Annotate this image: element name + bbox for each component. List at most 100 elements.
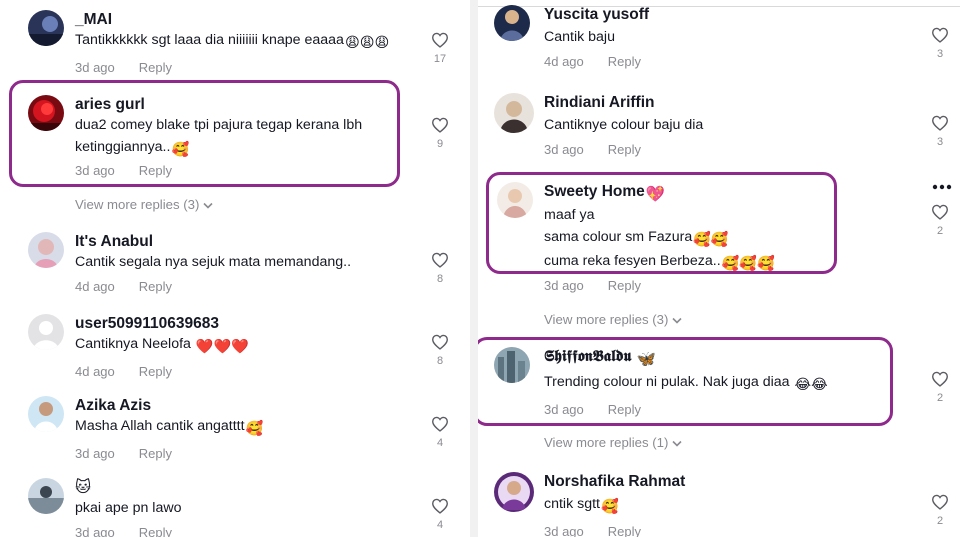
- comment-username[interactable]: aries gurl: [75, 95, 410, 115]
- reply-button[interactable]: Reply: [139, 446, 172, 461]
- heart-icon[interactable]: [931, 115, 949, 131]
- heart-icon[interactable]: [431, 334, 449, 350]
- comment-username-text[interactable]: Sweety Home: [544, 183, 645, 200]
- reply-button[interactable]: Reply: [608, 142, 641, 157]
- comment-text: cntik sgtt🥰: [544, 494, 900, 519]
- comment-meta: 4d ago Reply: [75, 362, 410, 382]
- comments-panel-left: _MAI Tantikkkkkk sgt laaa dia niiiiiii k…: [0, 0, 470, 537]
- comment-meta: 3d ago Reply: [544, 140, 900, 160]
- comment-username[interactable]: Yuscita yusoff: [544, 5, 900, 25]
- panel-divider: [470, 0, 478, 537]
- avatar[interactable]: [494, 472, 534, 512]
- reply-button[interactable]: Reply: [608, 54, 641, 69]
- like-area: 9: [428, 117, 452, 150]
- emoji: 🥰: [171, 141, 190, 158]
- comment-username-text[interactable]: 𝕾𝖍𝖎𝖋𝖋𝖔𝖓𝕭𝖆𝖑𝖉𝖚: [544, 348, 631, 365]
- comment-meta: 3d ago Reply: [544, 522, 900, 537]
- comment-date: 3d ago: [75, 59, 115, 75]
- comment-meta: 3d ago Reply: [75, 523, 410, 537]
- chevron-down-icon: [672, 317, 682, 324]
- like-area: 2: [928, 371, 952, 404]
- reply-button[interactable]: Reply: [139, 60, 172, 75]
- heart-icon[interactable]: [931, 371, 949, 387]
- comment-meta: 3d ago Reply: [544, 400, 900, 420]
- reply-button[interactable]: Reply: [139, 364, 172, 379]
- like-count: 4: [436, 519, 444, 531]
- heart-icon[interactable]: [431, 117, 449, 133]
- comment-meta: 3d ago Reply: [544, 276, 900, 296]
- emoji: 😩😩😩: [344, 35, 390, 51]
- comment-text: Cantiknye colour baju dia: [544, 117, 704, 133]
- reply-button[interactable]: Reply: [139, 279, 172, 294]
- comment-username[interactable]: 🐱: [75, 478, 410, 498]
- like-area: 8: [428, 334, 452, 367]
- heart-icon[interactable]: [431, 32, 449, 48]
- comment-date: 3d ago: [75, 445, 115, 461]
- view-more-label: View more replies (1): [544, 435, 669, 450]
- like-count: 2: [936, 515, 944, 527]
- like-count: 17: [433, 53, 447, 65]
- comment-username[interactable]: It's Anabul: [75, 232, 410, 252]
- comment-text: maaf ya: [544, 207, 595, 223]
- emoji: 😂😂: [794, 377, 828, 393]
- comment-text: sama colour sm Fazura🥰🥰: [544, 227, 900, 252]
- comment-text-content: Cantiknya Neelofa: [75, 336, 191, 352]
- heart-icon[interactable]: [431, 416, 449, 432]
- heart-icon[interactable]: [931, 204, 949, 220]
- view-more-label: View more replies (3): [75, 197, 200, 212]
- heart-icon[interactable]: [431, 498, 449, 514]
- reply-button[interactable]: Reply: [139, 525, 172, 537]
- avatar[interactable]: [28, 10, 64, 46]
- avatar[interactable]: [497, 182, 533, 218]
- chevron-down-icon: [672, 440, 682, 447]
- reply-button[interactable]: Reply: [139, 163, 172, 178]
- more-options-icon[interactable]: [932, 184, 952, 190]
- comment-username[interactable]: _MAI: [75, 10, 410, 30]
- like-count: 2: [936, 225, 944, 237]
- comment-username[interactable]: Norshafika Rahmat: [544, 472, 900, 492]
- avatar[interactable]: [494, 347, 530, 383]
- emoji: 🥰: [245, 421, 264, 437]
- avatar[interactable]: [28, 478, 64, 514]
- heart-icon[interactable]: [931, 27, 949, 43]
- view-more-replies-button[interactable]: View more replies (1): [544, 435, 682, 450]
- avatar[interactable]: [28, 95, 64, 131]
- emoji: ❤️❤️❤️: [195, 339, 249, 355]
- heart-icon[interactable]: [931, 494, 949, 510]
- comment-meta: 3d ago Reply: [75, 58, 410, 78]
- comment-text-content: cuma reka fesyen Berbeza..: [544, 253, 721, 269]
- like-count: 4: [436, 437, 444, 449]
- avatar[interactable]: [28, 396, 64, 432]
- comment-text: Trending colour ni pulak. Nak juga diaa …: [544, 372, 900, 397]
- comment-username[interactable]: Azika Azis: [75, 396, 410, 416]
- avatar[interactable]: [28, 232, 64, 268]
- reply-button[interactable]: Reply: [608, 278, 641, 293]
- avatar[interactable]: [494, 93, 534, 133]
- view-more-replies-button[interactable]: View more replies (3): [75, 197, 213, 212]
- comment-meta: 3d ago Reply: [75, 161, 410, 181]
- avatar[interactable]: [28, 314, 64, 350]
- like-area: 8: [428, 252, 452, 285]
- comment-date: 3d ago: [544, 141, 584, 157]
- comment-date: 4d ago: [75, 363, 115, 379]
- comment-text-content: Trending colour ni pulak. Nak juga diaa: [544, 374, 790, 390]
- comment-date: 3d ago: [544, 401, 584, 417]
- comment-username[interactable]: Rindiani Ariffin: [544, 93, 900, 113]
- like-area: 3: [928, 115, 952, 148]
- heart-icon[interactable]: [431, 252, 449, 268]
- comment-username[interactable]: user5099110639683: [75, 314, 410, 334]
- reply-button[interactable]: Reply: [608, 524, 641, 537]
- comment-text-content: ketinggiannya..: [75, 138, 171, 155]
- emoji: 🥰🥰: [693, 231, 729, 248]
- view-more-replies-button[interactable]: View more replies (3): [544, 312, 682, 327]
- like-count: 8: [436, 355, 444, 367]
- comment-meta: 4d ago Reply: [75, 277, 410, 297]
- reply-button[interactable]: Reply: [608, 402, 641, 417]
- comment-date: 3d ago: [75, 524, 115, 537]
- avatar[interactable]: [494, 5, 530, 41]
- comment-text: pkai ape pn lawo: [75, 500, 182, 516]
- like-area: 4: [428, 498, 452, 531]
- comments-panel-right: Yuscita yusoff Cantik baju 4d ago Reply 3…: [478, 0, 960, 537]
- comment-date: 4d ago: [544, 53, 584, 69]
- emoji: 🥰🥰🥰: [721, 256, 775, 272]
